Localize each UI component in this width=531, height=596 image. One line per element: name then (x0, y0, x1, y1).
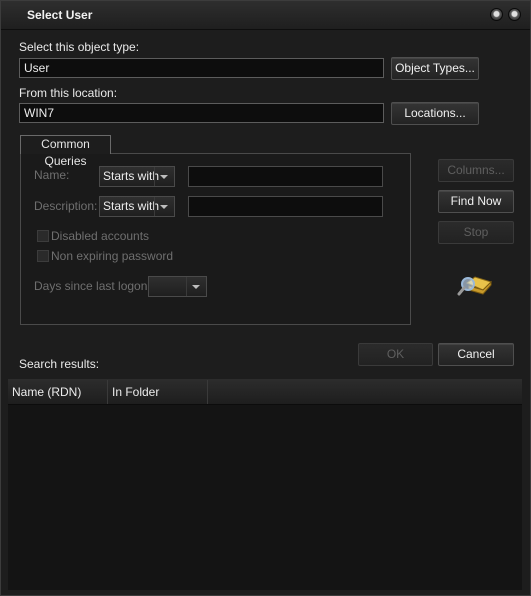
ok-button[interactable]: OK (358, 343, 433, 366)
chevron-down-icon (186, 277, 206, 296)
stop-button[interactable]: Stop (438, 221, 514, 244)
description-match-select[interactable]: Starts with (99, 196, 175, 217)
name-match-value: Starts with (103, 169, 160, 183)
non-expiring-password-label: Non expiring password (51, 249, 174, 263)
disabled-accounts-label: Disabled accounts (51, 229, 150, 243)
days-since-logon-select[interactable] (148, 276, 207, 297)
location-field[interactable]: WIN7 (19, 103, 384, 123)
column-header-name[interactable]: Name (RDN) (8, 380, 108, 404)
disabled-accounts-checkbox[interactable] (37, 230, 49, 242)
days-since-logon-label: Days since last logon: (34, 279, 151, 293)
description-match-value: Starts with (103, 199, 160, 213)
find-now-button[interactable]: Find Now (438, 190, 514, 213)
minimize-button[interactable] (490, 8, 503, 21)
description-label: Description: (34, 199, 98, 213)
description-query-field[interactable] (188, 196, 383, 217)
name-label: Name: (34, 168, 70, 182)
search-results-label: Search results: (19, 357, 100, 371)
cancel-button[interactable]: Cancel (438, 343, 514, 366)
object-type-field[interactable]: User (19, 58, 384, 78)
select-user-dialog: Select User Select this object type: Use… (0, 0, 531, 596)
locations-button[interactable]: Locations... (391, 102, 479, 125)
column-header-folder[interactable]: In Folder (108, 380, 208, 404)
window-title: Select User (27, 8, 93, 22)
non-expiring-password-checkbox[interactable] (37, 250, 49, 262)
chevron-down-icon (154, 197, 174, 216)
object-type-label: Select this object type: (19, 40, 140, 54)
search-results-list[interactable]: Name (RDN) In Folder (8, 379, 522, 590)
name-query-field[interactable] (188, 166, 383, 187)
close-button[interactable] (508, 8, 521, 21)
title-bar[interactable]: Select User (1, 1, 530, 30)
tab-common-queries[interactable]: Common Queries (20, 135, 111, 168)
location-label: From this location: (19, 86, 118, 100)
chevron-down-icon (154, 167, 174, 186)
columns-button[interactable]: Columns... (438, 159, 514, 182)
results-header: Name (RDN) In Folder (8, 380, 522, 405)
name-match-select[interactable]: Starts with (99, 166, 175, 187)
search-folder-icon (457, 276, 492, 296)
object-types-button[interactable]: Object Types... (391, 57, 479, 80)
